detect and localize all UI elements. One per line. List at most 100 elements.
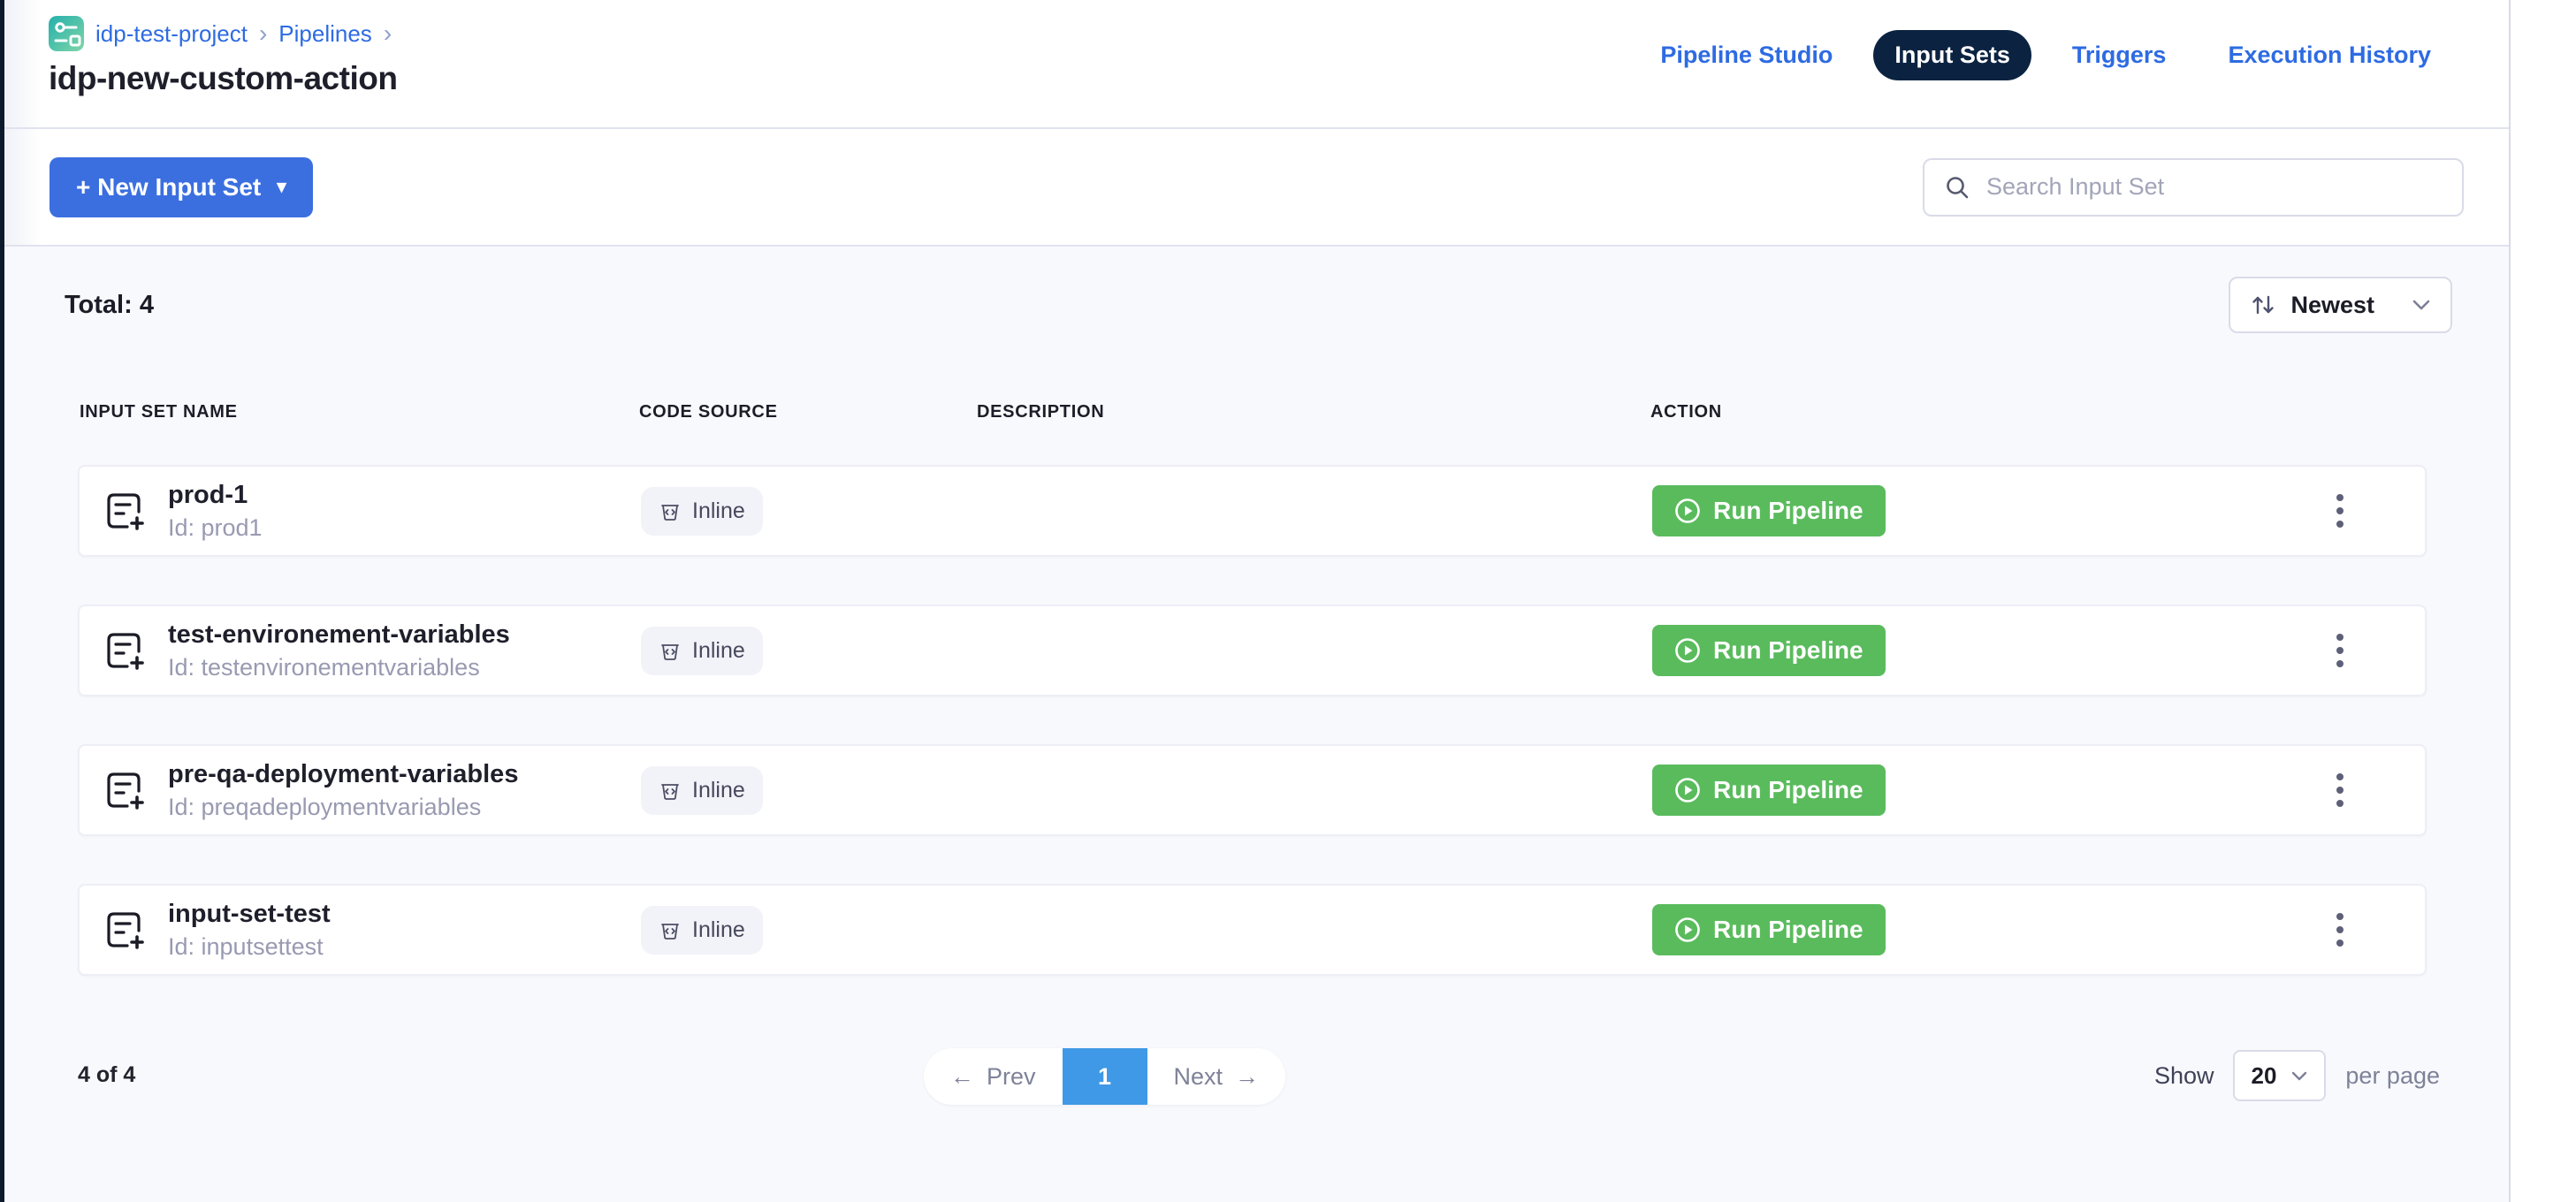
search-icon xyxy=(1942,172,1972,202)
input-set-id: Id: testenvironementvariables xyxy=(168,654,510,681)
inline-badge: Inline xyxy=(641,627,763,675)
run-pipeline-label: Run Pipeline xyxy=(1713,636,1863,665)
new-input-set-button[interactable]: + New Input Set ▾ xyxy=(50,157,313,217)
breadcrumb-pipelines-link[interactable]: Pipelines xyxy=(278,20,372,48)
pipeline-nav-tabs: Pipeline Studio Input Sets Triggers Exec… xyxy=(1639,30,2452,80)
breadcrumb: idp-test-project › Pipelines › xyxy=(49,16,397,51)
row-menu-button[interactable] xyxy=(2329,627,2351,674)
inline-badge-label: Inline xyxy=(692,778,745,803)
input-set-id: Id: inputsettest xyxy=(168,933,331,961)
name-cell: prod-1 Id: prod1 xyxy=(80,481,641,542)
code-source-cell: Inline xyxy=(641,487,979,536)
column-header-name: INPUT SET NAME xyxy=(78,402,639,422)
pipeline-logo-icon xyxy=(49,16,84,51)
action-cell: Run Pipeline xyxy=(1652,904,2425,955)
input-set-row: input-set-test Id: inputsettest Inline R… xyxy=(78,884,2427,976)
tab-pipeline-studio[interactable]: Pipeline Studio xyxy=(1639,30,1854,80)
sort-select[interactable]: Newest xyxy=(2229,277,2452,333)
input-set-name-link[interactable]: test-environement-variables xyxy=(168,620,510,650)
inline-badge: Inline xyxy=(641,906,763,955)
breadcrumb-project-link[interactable]: idp-test-project xyxy=(95,20,248,48)
input-set-row: test-environement-variables Id: testenvi… xyxy=(78,605,2427,696)
inline-code-icon xyxy=(659,499,682,522)
header-left: idp-test-project › Pipelines › idp-new-c… xyxy=(49,16,397,97)
run-pipeline-button[interactable]: Run Pipeline xyxy=(1652,904,1886,955)
list-summary-row: Total: 4 Newest xyxy=(4,247,2509,333)
tab-input-sets[interactable]: Input Sets xyxy=(1873,30,2031,80)
chevron-down-icon xyxy=(2290,1070,2308,1082)
action-cell: Run Pipeline xyxy=(1652,485,2425,536)
code-source-cell: Inline xyxy=(641,627,979,675)
breadcrumb-separator: › xyxy=(259,19,267,48)
table-column-headers: INPUT SET NAME CODE SOURCE DESCRIPTION A… xyxy=(78,402,2427,422)
input-set-icon xyxy=(103,490,145,532)
column-header-description: DESCRIPTION xyxy=(977,402,1650,422)
page-size-select[interactable]: 20 xyxy=(2233,1050,2326,1101)
input-set-icon xyxy=(103,769,145,811)
inline-badge-label: Inline xyxy=(692,917,745,943)
input-set-id: Id: prod1 xyxy=(168,514,263,542)
input-set-name-link[interactable]: prod-1 xyxy=(168,481,263,510)
inline-code-icon xyxy=(659,639,682,662)
inline-badge-label: Inline xyxy=(692,638,745,664)
input-set-icon xyxy=(103,909,145,951)
search-input[interactable] xyxy=(1986,173,2444,201)
run-pipeline-button[interactable]: Run Pipeline xyxy=(1652,765,1886,816)
total-count: Total: 4 xyxy=(65,291,154,320)
inline-code-icon xyxy=(659,779,682,802)
right-side-panel xyxy=(2509,0,2576,1202)
collapsed-sidebar-edge xyxy=(0,0,4,1202)
run-pipeline-label: Run Pipeline xyxy=(1713,776,1863,804)
play-circle-icon xyxy=(1674,498,1701,524)
row-menu-button[interactable] xyxy=(2329,766,2351,814)
play-circle-icon xyxy=(1674,777,1701,803)
pagination-footer: 4 of 4 ← Prev 1 Next → Show 20 per page xyxy=(4,1048,2509,1110)
show-label: Show xyxy=(2154,1062,2214,1090)
row-menu-button[interactable] xyxy=(2329,487,2351,535)
breadcrumb-separator: › xyxy=(384,19,392,48)
app-content: idp-test-project › Pipelines › idp-new-c… xyxy=(4,0,2509,1202)
run-pipeline-button[interactable]: Run Pipeline xyxy=(1652,485,1886,536)
prev-page-button[interactable]: ← Prev xyxy=(924,1048,1063,1105)
row-menu-button[interactable] xyxy=(2329,906,2351,954)
prev-label: Prev xyxy=(987,1063,1036,1091)
list-toolbar: + New Input Set ▾ xyxy=(4,129,2509,247)
page-size-value: 20 xyxy=(2251,1062,2276,1090)
column-header-action: ACTION xyxy=(1650,402,2427,422)
run-pipeline-button[interactable]: Run Pipeline xyxy=(1652,625,1886,676)
chevron-down-icon xyxy=(2412,299,2431,311)
page-number-button[interactable]: 1 xyxy=(1063,1048,1147,1105)
input-set-row: pre-qa-deployment-variables Id: preqadep… xyxy=(78,744,2427,836)
page-title: idp-new-custom-action xyxy=(49,60,397,97)
input-set-name-link[interactable]: pre-qa-deployment-variables xyxy=(168,760,518,789)
next-page-button[interactable]: Next → xyxy=(1147,1048,1286,1105)
play-circle-icon xyxy=(1674,917,1701,943)
pager: ← Prev 1 Next → xyxy=(924,1048,1285,1105)
inline-code-icon xyxy=(659,918,682,941)
input-set-icon xyxy=(103,629,145,672)
input-set-name-link[interactable]: input-set-test xyxy=(168,900,331,929)
column-header-source: CODE SOURCE xyxy=(639,402,977,422)
run-pipeline-label: Run Pipeline xyxy=(1713,497,1863,525)
inline-badge-label: Inline xyxy=(692,498,745,524)
tab-execution-history[interactable]: Execution History xyxy=(2206,30,2452,80)
input-set-row: prod-1 Id: prod1 Inline Run Pipeline xyxy=(78,465,2427,557)
chevron-down-icon: ▾ xyxy=(277,178,286,196)
right-arrow-icon: → xyxy=(1235,1063,1259,1091)
action-cell: Run Pipeline xyxy=(1652,765,2425,816)
sort-arrows-icon xyxy=(2250,292,2276,318)
code-source-cell: Inline xyxy=(641,766,979,815)
run-pipeline-label: Run Pipeline xyxy=(1713,916,1863,944)
result-count: 4 of 4 xyxy=(78,1062,135,1088)
search-box xyxy=(1923,158,2464,217)
next-label: Next xyxy=(1174,1063,1223,1091)
play-circle-icon xyxy=(1674,637,1701,664)
page-size-control: Show 20 per page xyxy=(2154,1050,2440,1101)
tab-triggers[interactable]: Triggers xyxy=(2051,30,2188,80)
sort-selected-value: Newest xyxy=(2290,292,2374,319)
input-set-id: Id: preqadeploymentvariables xyxy=(168,794,518,821)
name-cell: pre-qa-deployment-variables Id: preqadep… xyxy=(80,760,641,821)
name-cell: test-environement-variables Id: testenvi… xyxy=(80,620,641,681)
per-page-label: per page xyxy=(2345,1062,2440,1090)
name-cell: input-set-test Id: inputsettest xyxy=(80,900,641,961)
